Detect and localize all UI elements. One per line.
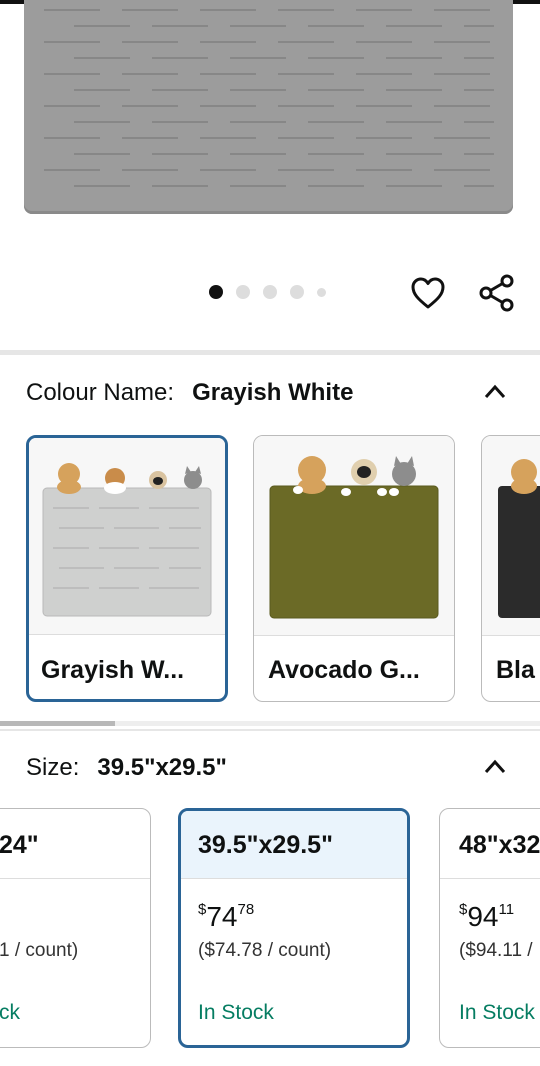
size-option-48x32[interactable]: 48"x32 $9411 ($94.11 / In Stock (439, 808, 540, 1048)
share-button[interactable] (476, 272, 518, 314)
size-unit-price: 1 / count) (0, 940, 79, 961)
size-selected-value: 39.5"x29.5" (97, 754, 227, 781)
carousel-dot[interactable] (317, 287, 326, 297)
section-divider (0, 729, 540, 731)
size-label: Size: (26, 754, 80, 781)
size-option-list[interactable]: 24" 1 / count) ck 39.5"x29.5" $7478 ($74… (0, 808, 540, 1053)
heart-icon (411, 277, 445, 309)
wishlist-button[interactable] (408, 272, 448, 314)
product-image (24, 0, 513, 214)
size-unit-price: ($94.11 / (459, 940, 533, 961)
carousel-dot[interactable] (263, 285, 277, 299)
colour-swatch-black[interactable]: Bla (481, 435, 540, 702)
section-divider (0, 350, 540, 355)
size-option-label: 48"x32 (440, 809, 540, 879)
share-icon (479, 274, 514, 312)
chevron-up-icon[interactable] (482, 379, 508, 405)
stock-status: In Stock (198, 1001, 274, 1024)
swatch-image (29, 438, 225, 635)
carousel-dot[interactable] (236, 285, 250, 299)
swatch-label: Avocado G... (268, 656, 420, 684)
colour-label: Colour Name: (26, 379, 175, 406)
size-price: $7478 (198, 901, 255, 932)
size-unit-price: ($74.78 / count) (198, 940, 332, 961)
image-carousel-dots (209, 285, 326, 299)
size-option-label: 24" (0, 809, 150, 879)
carousel-dot[interactable] (290, 285, 304, 299)
swatch-image (254, 436, 454, 636)
colour-swatch-avocado-green[interactable]: Avocado G... (253, 435, 455, 702)
stock-status: ck (0, 1001, 20, 1024)
colour-header: Colour Name: Grayish White (26, 373, 516, 413)
colour-swatch-list[interactable]: Grayish W... Avocado G... Bla (26, 435, 540, 705)
colour-swatch-grayish-white[interactable]: Grayish W... (26, 435, 228, 702)
size-option-24[interactable]: 24" 1 / count) ck (0, 808, 151, 1048)
swatch-image (482, 436, 540, 636)
chevron-up-icon[interactable] (482, 754, 508, 780)
carousel-dot[interactable] (209, 285, 223, 299)
size-price: $9411 (459, 901, 515, 932)
colour-selected-value: Grayish White (192, 379, 354, 406)
swatch-scrollbar[interactable] (0, 721, 115, 726)
stock-status: In Stock (459, 1001, 535, 1024)
swatch-label: Bla (496, 656, 535, 684)
product-image-gallery[interactable] (0, 0, 540, 270)
size-option-39-5x29-5[interactable]: 39.5"x29.5" $7478 ($74.78 / count) In St… (178, 808, 410, 1048)
size-header: Size: 39.5"x29.5" (26, 748, 516, 788)
size-option-label: 39.5"x29.5" (181, 811, 407, 879)
swatch-label: Grayish W... (41, 656, 185, 684)
